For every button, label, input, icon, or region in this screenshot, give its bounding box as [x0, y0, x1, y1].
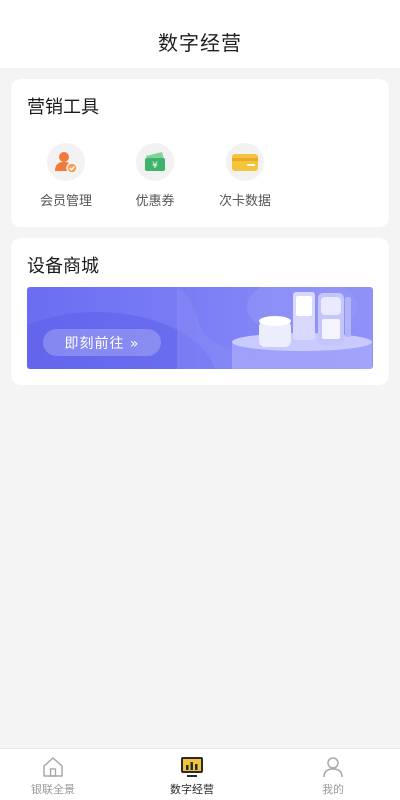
- device-mall-title: 设备商城: [27, 256, 99, 277]
- coupon-button[interactable]: ¥ 优惠券: [115, 143, 195, 209]
- marketing-tools-card: 营销工具 会员管理 ¥ 优惠券 次卡数据: [11, 79, 389, 227]
- home-icon: [43, 757, 63, 777]
- tab-mine-label: 我的: [322, 783, 344, 796]
- coupon-label: 优惠券: [135, 194, 175, 209]
- banner-illustration: [27, 287, 372, 369]
- coupon-icon: ¥: [136, 143, 174, 181]
- tab-digital-business[interactable]: 数字经营: [142, 749, 242, 800]
- member-management-label: 会员管理: [39, 194, 92, 209]
- marketing-tools-title: 营销工具: [27, 97, 99, 118]
- go-now-button[interactable]: 即刻前往 »: [43, 329, 161, 356]
- tab-digital-business-label: 数字经营: [170, 783, 214, 796]
- device-mall-card: 设备商城 即刻前往 »: [11, 238, 389, 385]
- page-title: 数字经营: [158, 31, 242, 55]
- card-icon: [226, 143, 264, 181]
- pass-card-data-label: 次卡数据: [218, 194, 271, 209]
- user-icon: [323, 757, 343, 778]
- device-mall-banner[interactable]: 即刻前往 »: [27, 287, 373, 369]
- member-icon: [47, 143, 85, 181]
- svg-text:¥: ¥: [152, 161, 158, 171]
- tab-unionpay-overview-label: 银联全景: [31, 783, 75, 796]
- tab-unionpay-overview[interactable]: 银联全景: [3, 749, 103, 800]
- bottom-tab-bar: 银联全景 数字经营 我的: [0, 748, 400, 800]
- tab-mine[interactable]: 我的: [283, 749, 383, 800]
- pass-card-data-button[interactable]: 次卡数据: [205, 143, 285, 209]
- member-management-button[interactable]: 会员管理: [26, 143, 106, 209]
- page-header: 数字经营: [0, 0, 400, 68]
- chart-icon: [181, 757, 203, 777]
